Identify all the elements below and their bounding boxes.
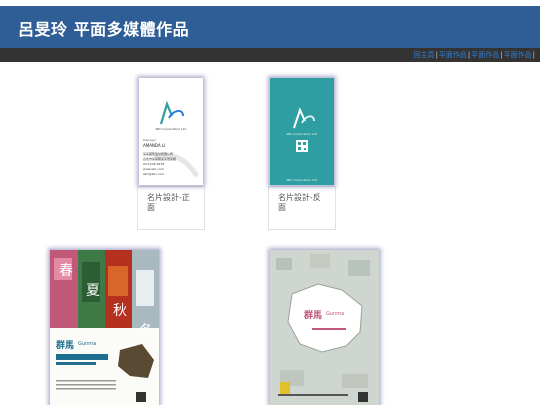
site-header: 呂旻玲 平面多媒體作品	[0, 6, 540, 48]
card-line: 某某國際股份有限公司	[143, 152, 174, 156]
nav-home-link[interactable]: 回主頁	[414, 51, 435, 59]
card-name: AMANDA LI	[143, 143, 166, 148]
card-frame	[268, 186, 269, 230]
item-label[interactable]: 名片設計-正面	[147, 193, 197, 213]
nav-print-link-1[interactable]: 平面作品	[439, 51, 467, 59]
card-company: ABC Corporation Ltd.	[155, 127, 187, 131]
gallery-item-card-front[interactable]: ABC Corporation Ltd. Manager AMANDA LI 某…	[137, 76, 205, 230]
poster-four-seasons-image[interactable]: 春 夏 秋 冬 群馬 Gunma	[50, 250, 159, 405]
card-line: 台北市某某路某某號某樓	[143, 157, 177, 161]
card-footer: ABC Corporation Ltd.	[286, 178, 318, 182]
season-autumn-char: 秋	[113, 303, 127, 319]
card-frame	[137, 186, 138, 230]
card-line: 02-1234-5678	[143, 162, 165, 166]
card-frame	[268, 186, 336, 187]
poster-gunma-map-image[interactable]: 群馬 Gunma	[270, 250, 379, 405]
business-card-back-image[interactable]: ABC Corporation Ltd. ABC Corporation Ltd…	[270, 78, 334, 185]
season-winter-char: 冬	[139, 323, 153, 339]
card-frame	[137, 229, 205, 230]
nav-separator: |	[532, 51, 535, 59]
item-label[interactable]: 名片設計-反面	[278, 193, 328, 213]
nav-print-link-3[interactable]: 平面作品	[504, 51, 532, 59]
nav-print-link-2[interactable]: 平面作品	[471, 51, 499, 59]
card-company: ABC Corporation Ltd.	[286, 132, 318, 136]
poster-brand: 群馬	[56, 341, 75, 351]
nav-bar: 回主頁|平面作品|平面作品|平面作品|	[0, 48, 540, 62]
nav-separator: |	[467, 51, 471, 59]
card-line: abc@abc.com	[143, 172, 165, 176]
card-line: www.abc.com	[143, 167, 164, 171]
poster-artwork	[270, 250, 379, 405]
card-frame	[335, 186, 336, 230]
card-frame	[137, 186, 205, 187]
business-card-front-image[interactable]: ABC Corporation Ltd. Manager AMANDA LI 某…	[139, 78, 203, 185]
card-frame	[204, 186, 205, 230]
poster-brand-en: Gunma	[326, 311, 345, 317]
gallery-item-card-back[interactable]: ABC Corporation Ltd. ABC Corporation Ltd…	[268, 76, 336, 230]
nav-separator: |	[435, 51, 438, 59]
site-title: 呂旻玲 平面多媒體作品	[18, 20, 190, 39]
card-frame	[268, 229, 336, 230]
poster-brand: 群馬	[304, 311, 323, 321]
poster-brand-en: Gunma	[78, 341, 97, 347]
season-summer-char: 夏	[86, 283, 100, 299]
card-role: Manager	[143, 138, 157, 142]
season-spring-char: 春	[59, 263, 73, 279]
nav-separator: |	[500, 51, 503, 59]
